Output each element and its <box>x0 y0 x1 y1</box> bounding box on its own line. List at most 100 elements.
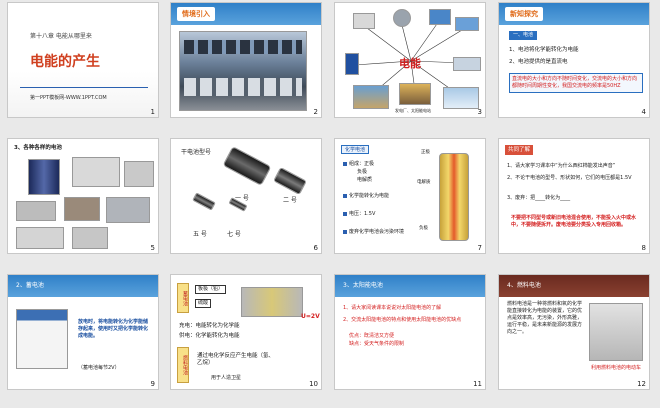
bullet-icon <box>343 193 347 198</box>
acid-label: 硫酸 <box>195 299 212 308</box>
caption: 发电厂、太阳能电站 <box>395 108 431 113</box>
bullet-icon <box>343 211 347 216</box>
advantage: 优点：既清洁又方便 <box>349 333 395 339</box>
footer-text: 第一PPT模板网-WWW.1PPT.COM <box>30 95 107 101</box>
point-1: 1、电池将化学能转化为电能 <box>509 47 579 53</box>
chapter-title: 第十八章 电能从哪里来 <box>30 33 92 40</box>
solar-panel-image <box>453 57 481 71</box>
item-electrolyte: 电解质 <box>357 177 373 183</box>
photo-caption: 利用燃料电池的电动车 <box>590 365 641 371</box>
battery-group-photo-4 <box>16 201 56 221</box>
lamp-image <box>353 13 375 29</box>
point-1: 1、请大家学习课本中“为什么西红柿能发出声音” <box>507 163 616 169</box>
slide-thumbnail-3[interactable]: 电能 发电厂、太阳能电站 3 <box>334 2 486 118</box>
label-size-5: 五 号 <box>193 231 207 238</box>
point-2: 2、交流太阳能电池的特点和使用太阳能电池的优缺点 <box>343 317 462 323</box>
text: 组成：正极 <box>349 161 375 167</box>
slide-thumbnail-11[interactable]: 3、太阳能电池 1、请大家阅读课本说说对太阳能电池的了解 2、交流太阳能电池的特… <box>334 274 486 390</box>
slide-thumbnail-10[interactable]: 蓄电池 板极（铅） 硫酸 U=2V 充电：电能转化为化学能 供电：化学能转化为电… <box>170 274 322 390</box>
slide-title: 3、各种各样的电池 <box>14 145 62 151</box>
lead-acid-tag: 蓄电池 <box>177 283 189 313</box>
slide-thumbnail-1[interactable]: 第十八章 电能从哪里来 电能的产生 第一PPT模板网-WWW.1PPT.COM … <box>7 2 159 118</box>
section-label: 一、电池 <box>509 31 538 40</box>
slide-thumbnail-5[interactable]: 3、各种各样的电池 5 <box>7 138 159 254</box>
text: 化学能转化为电能 <box>349 193 390 199</box>
point-1: 1、请大家阅读课本说说对太阳能电池的了解 <box>343 305 442 311</box>
divider <box>20 87 148 88</box>
aa-battery <box>192 192 216 211</box>
label-positive: 正极 <box>421 150 430 155</box>
battery-group-photo-5 <box>64 197 100 221</box>
label-size-1: 一 号 <box>235 195 249 202</box>
note: （蓄电池每节2V） <box>78 365 120 371</box>
disadvantage: 缺点：受天气条件的限制 <box>349 341 405 347</box>
section-tag: 化学电池 <box>341 145 370 154</box>
battery-group-photo-1 <box>28 159 60 195</box>
bullet-icon <box>343 161 347 166</box>
slide-thumbnail-7[interactable]: 化学电池 组成：正极 负极 电解质 化学能转化为电能 电压：1.5V 废弃化学电… <box>334 138 486 254</box>
control-room-photo <box>179 31 307 111</box>
slide-number: 3 <box>477 108 482 116</box>
slide-number: 7 <box>477 244 482 252</box>
wind-turbine-image <box>443 87 479 109</box>
bullet-icon <box>343 229 347 234</box>
label-size-7: 七 号 <box>227 231 241 238</box>
battery-group-photo-6 <box>106 197 150 223</box>
item-negative: 负极 <box>357 169 368 175</box>
slide-thumbnail-2[interactable]: 情境引入 2 <box>170 2 322 118</box>
voltage-label: U=2V <box>301 313 320 320</box>
warning-text: 不要把不同型号或新旧电池混合使用，不能投入火中或水中，不要随便拆开。废电池要分类… <box>511 215 637 228</box>
slide-thumbnail-6[interactable]: 干电池型号 一 号 二 号 五 号 七 号 6 <box>170 138 322 254</box>
text: 电压：1.5V <box>349 211 376 217</box>
label-electrolyte: 电解质 <box>417 180 431 185</box>
description: 放电时，将电能转化为化学能储存起来，使用时又把化学能转化成电能。 <box>78 319 149 339</box>
battery-group-photo-8 <box>72 227 108 249</box>
battery-group-photo-2 <box>72 157 120 187</box>
item-pollution: 废弃化学电池会污染环境 <box>343 229 404 236</box>
slide-number: 5 <box>150 244 155 252</box>
appliance-image <box>429 9 451 25</box>
point-2: 2、电池提供的是直流电 <box>509 59 568 65</box>
slide-thumbnail-8[interactable]: 共同了解 1、请大家学习课本中“为什么西红柿能发出声音” 2、不论干电池的型号、… <box>498 138 650 254</box>
slide-title: 3、太阳能电池 <box>343 282 383 289</box>
satellite-use: 用于人造卫星 <box>211 375 242 381</box>
c-cell-battery <box>273 166 307 196</box>
d-cell-battery <box>222 145 272 187</box>
slide-number: 10 <box>309 380 318 388</box>
slide-number: 2 <box>313 108 318 116</box>
supply-line: 供电：化学能转化为电能 <box>179 333 240 339</box>
slide-title: 电能的产生 <box>30 54 100 70</box>
battery-image <box>345 53 359 75</box>
plate-label: 板极（铅） <box>195 285 227 294</box>
slide-number: 11 <box>473 380 482 388</box>
battery-group-photo-7 <box>16 227 64 249</box>
slide-number: 6 <box>313 244 318 252</box>
point-3: 3、废弃：把____转化为____ <box>507 195 571 201</box>
item-voltage: 电压：1.5V <box>343 211 375 218</box>
fan-image <box>393 9 411 27</box>
label-size-2: 二 号 <box>283 197 297 204</box>
center-label: 电能 <box>399 57 421 70</box>
power-station-image <box>399 83 431 105</box>
slide-thumbnail-12[interactable]: 4、燃料电池 燃料电池是一种将燃料和氧的化学能直接转化为电能的装置，它的优点是效… <box>498 274 650 390</box>
slide-thumbnail-9[interactable]: 2、蓄电池 放电时，将电能转化为化学能储存起来，使用时又把化学能转化成电能。 （… <box>7 274 159 390</box>
slide-number: 4 <box>641 108 646 116</box>
slide-title: 干电池型号 <box>181 149 212 156</box>
slide-thumbnail-4[interactable]: 新知探究 一、电池 1、电池将化学能转化为电能 2、电池提供的是直流电 直流电的… <box>498 2 650 118</box>
body-text: 燃料电池是一种将燃料和氧的化学能直接转化为电能的装置，它的优点是效率高，无污染，… <box>507 301 583 335</box>
charge-line: 充电：电能转化为化学能 <box>179 323 240 329</box>
point-2: 2、不论干电池的型号、形状如何，它们的电压都是1.5V <box>507 175 632 181</box>
lead-acid-battery-photo <box>16 309 68 369</box>
fuel-cell-vehicle-photo <box>589 303 643 361</box>
label-negative: 负极 <box>419 226 428 231</box>
iron-image <box>455 17 479 31</box>
battery-diagram <box>241 287 303 317</box>
fuel-cell-desc: 通过电化学反应产生电能（氢、乙烷） <box>197 353 275 366</box>
slide-title: 新知探究 <box>505 7 543 21</box>
section-tag: 共同了解 <box>505 145 534 155</box>
slide-number: 12 <box>637 380 646 388</box>
info-box: 直流电的大小和方向不随时间变化，交流电的大小和方向都随时间周期性变化，我国交流电… <box>509 73 643 93</box>
slide-title: 情境引入 <box>177 7 215 21</box>
slide-number: 9 <box>150 380 155 388</box>
slide-number: 8 <box>641 244 646 252</box>
